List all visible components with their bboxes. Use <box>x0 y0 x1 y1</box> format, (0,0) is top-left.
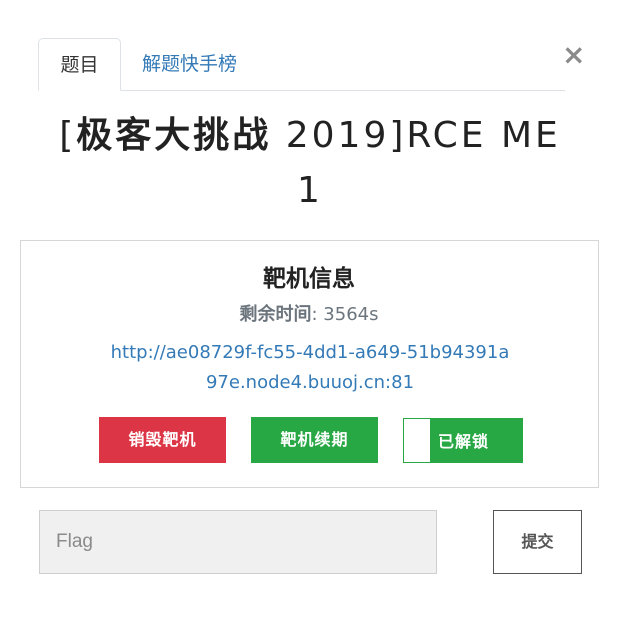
unlocked-button-label: 已解锁 <box>438 432 490 451</box>
unlocked-button[interactable]: 已解锁 <box>403 418 523 463</box>
instance-url-link[interactable]: http://ae08729f-fc55-4dd1-a649-51b94391a… <box>110 338 510 398</box>
challenge-title: [极客大挑战 2019]RCE ME 1 <box>40 108 580 218</box>
remaining-time: 剩余时间: 3564s <box>0 301 618 329</box>
flag-input[interactable] <box>39 510 437 574</box>
close-icon[interactable]: × <box>562 40 585 70</box>
destroy-instance-button[interactable]: 销毁靶机 <box>99 417 226 463</box>
tab-challenge[interactable]: 题目 <box>38 38 121 91</box>
remaining-time-sep: : <box>311 304 324 325</box>
challenge-modal: 题目 解题快手榜 × [极客大挑战 2019]RCE ME 1 靶机信息 剩余时… <box>0 0 618 631</box>
title-cn: 极客大挑战 <box>76 115 272 156</box>
title-suffix: 2019]RCE ME 1 <box>271 115 561 211</box>
submit-button[interactable]: 提交 <box>493 510 582 574</box>
remaining-time-value: 3564s <box>323 304 379 325</box>
remaining-time-label: 剩余时间 <box>239 304 312 325</box>
renew-instance-button[interactable]: 靶机续期 <box>251 417 378 463</box>
instance-heading: 靶机信息 <box>263 266 355 292</box>
unlocked-button-blank <box>404 419 430 462</box>
tab-leaderboard[interactable]: 解题快手榜 <box>122 38 257 89</box>
title-prefix: [ <box>59 115 77 156</box>
tab-bar: 题目 解题快手榜 <box>38 38 565 91</box>
